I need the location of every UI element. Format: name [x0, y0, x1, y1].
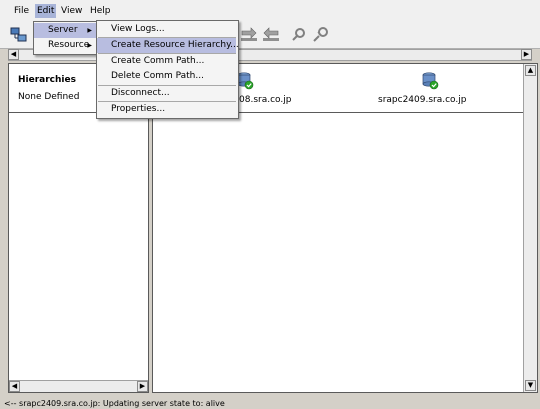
server-name-1[interactable]: 08.sra.co.jp [239, 95, 291, 105]
scroll-left-icon[interactable]: ◀ [9, 381, 20, 392]
submenu-arrow-icon: ▶ [87, 42, 92, 49]
server-name-2[interactable]: srapc2409.sra.co.jp [378, 95, 466, 105]
arrow-left-icon[interactable] [262, 26, 280, 44]
menu-item-delete-comm-path[interactable]: Delete Comm Path... [97, 69, 236, 84]
menu-item-create-resource-hierarchy[interactable]: Create Resource Hierarchy... [97, 38, 239, 53]
menu-view[interactable]: View [59, 4, 84, 18]
menu-item-properties[interactable]: Properties... [97, 102, 236, 117]
menu-item-create-comm-path[interactable]: Create Comm Path... [97, 54, 236, 69]
hierarchies-title: Hierarchies [18, 75, 76, 85]
server-ok-icon[interactable] [421, 72, 439, 90]
scroll-down-icon[interactable]: ▼ [525, 380, 536, 391]
menu-item-resource[interactable]: Resource ▶ [34, 38, 96, 53]
menu-item-label: Create Resource Hierarchy... [111, 40, 239, 50]
menu-bar: File Edit View Help [0, 0, 540, 22]
menu-item-disconnect[interactable]: Disconnect... [97, 86, 236, 101]
menu-item-view-logs[interactable]: View Logs... [97, 22, 236, 37]
edit-menu: Server ▶ Resource ▶ [33, 21, 99, 55]
scroll-up-icon[interactable]: ▲ [525, 65, 536, 76]
menu-item-label: Resource [48, 40, 90, 50]
left-hscrollbar[interactable]: ◀ ▶ [9, 380, 148, 392]
network-icon[interactable] [10, 26, 28, 44]
arrow-right-icon[interactable] [240, 26, 258, 44]
right-vscrollbar[interactable]: ▲ ▼ [523, 64, 537, 392]
status-text: <-- srapc2409.sra.co.jp: Updating server… [4, 399, 225, 408]
scroll-right-icon[interactable]: ▶ [137, 381, 148, 392]
menu-item-server[interactable]: Server ▶ [34, 23, 96, 38]
scroll-left-icon[interactable]: ◀ [8, 49, 19, 60]
menu-item-label: Delete Comm Path... [111, 71, 204, 81]
menu-help[interactable]: Help [88, 4, 113, 18]
unlink-icon[interactable] [312, 26, 330, 44]
menu-item-label: Disconnect... [111, 88, 170, 98]
menu-item-label: Properties... [111, 104, 166, 114]
server-submenu: View Logs... Create Resource Hierarchy..… [96, 20, 239, 119]
menu-item-label: View Logs... [111, 24, 165, 34]
menu-file[interactable]: File [12, 4, 31, 18]
scroll-right-icon[interactable]: ▶ [521, 49, 532, 60]
menu-item-label: Server [48, 25, 78, 35]
link-icon[interactable] [290, 26, 308, 44]
menu-item-label: Create Comm Path... [111, 56, 205, 66]
hierarchies-value: None Defined [18, 92, 80, 102]
menu-edit[interactable]: Edit [35, 4, 57, 18]
submenu-arrow-icon: ▶ [87, 27, 92, 34]
